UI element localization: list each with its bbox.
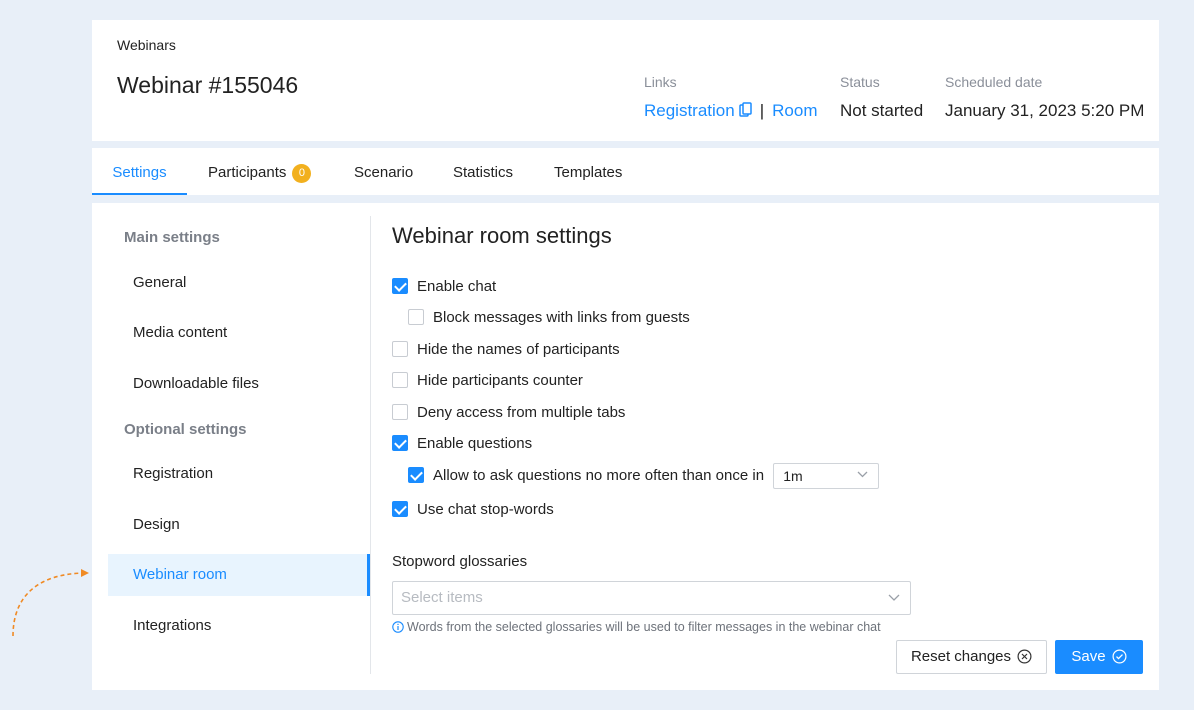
sidebar-item-webinar-room[interactable]: Webinar room xyxy=(108,554,370,596)
enable-questions-option[interactable]: Enable questions xyxy=(392,435,532,452)
hide-names-label: Hide the names of participants xyxy=(417,341,620,358)
sidebar-item-integrations[interactable]: Integrations xyxy=(108,605,370,647)
enable-chat-checkbox[interactable] xyxy=(392,278,408,294)
decorative-arrow-icon xyxy=(12,569,89,637)
hide-counter-label: Hide participants counter xyxy=(417,372,583,389)
tab-statistics[interactable]: Statistics xyxy=(453,148,513,195)
close-circle-icon xyxy=(1017,649,1032,664)
reset-changes-button[interactable]: Reset changes xyxy=(896,640,1047,674)
deny-tabs-label: Deny access from multiple tabs xyxy=(417,404,626,421)
block-links-checkbox[interactable] xyxy=(408,309,424,325)
tab-scenario[interactable]: Scenario xyxy=(354,148,413,195)
hide-names-checkbox[interactable] xyxy=(392,341,408,357)
save-label: Save xyxy=(1071,648,1106,665)
status-block: Status Not started xyxy=(840,74,923,121)
links-block: Links Registration | Room xyxy=(644,74,818,123)
question-interval-value: 1m xyxy=(783,468,803,484)
sidebar-item-design[interactable]: Design xyxy=(108,504,370,546)
hide-counter-option[interactable]: Hide participants counter xyxy=(392,372,583,389)
stop-words-label: Use chat stop-words xyxy=(417,501,554,518)
question-interval-select[interactable]: 1m xyxy=(773,463,880,489)
date-block: Scheduled date January 31, 2023 5:20 PM xyxy=(945,74,1144,121)
stop-words-checkbox[interactable] xyxy=(392,501,408,517)
date-value: January 31, 2023 5:20 PM xyxy=(945,101,1145,120)
block-links-option[interactable]: Block messages with links from guests xyxy=(408,309,690,326)
tab-participants-label: Participants xyxy=(208,164,287,181)
tab-bar: Settings Participants 0 Scenario Statisti… xyxy=(92,148,1159,195)
settings-panel: Main settings General Media content Down… xyxy=(92,203,1159,690)
block-links-label: Block messages with links from guests xyxy=(433,309,690,326)
sidebar-item-general[interactable]: General xyxy=(108,262,370,304)
tab-templates[interactable]: Templates xyxy=(554,148,622,195)
deny-tabs-checkbox[interactable] xyxy=(392,404,408,420)
webinar-room-settings: Webinar room settings Enable chat Block … xyxy=(392,203,1152,690)
sidebar-item-media-content[interactable]: Media content xyxy=(108,312,370,354)
sidebar-item-downloadable-files[interactable]: Downloadable files xyxy=(108,363,370,405)
info-icon xyxy=(392,621,404,633)
limit-questions-checkbox[interactable] xyxy=(408,466,424,483)
glossary-select[interactable]: Select items xyxy=(392,581,911,615)
status-value: Not started xyxy=(840,101,924,120)
enable-questions-checkbox[interactable] xyxy=(392,435,408,451)
registration-link[interactable]: Registration xyxy=(644,101,735,120)
settings-sidebar: Main settings General Media content Down… xyxy=(108,216,371,674)
links-label: Links xyxy=(644,74,677,90)
limit-questions-label: Allow to ask questions no more often tha… xyxy=(433,466,765,484)
breadcrumb[interactable]: Webinars xyxy=(117,37,176,53)
optional-settings-heading: Optional settings xyxy=(124,421,247,438)
status-label: Status xyxy=(840,74,880,90)
room-link[interactable]: Room xyxy=(772,101,817,120)
webinar-header: Webinars Webinar #155046 Links Registrat… xyxy=(92,20,1159,141)
link-separator: | xyxy=(759,101,765,120)
glossary-placeholder: Select items xyxy=(401,589,483,606)
main-settings-heading: Main settings xyxy=(124,229,220,246)
glossary-hint-text: Words from the selected glossaries will … xyxy=(407,620,881,634)
enable-chat-label: Enable chat xyxy=(417,278,497,295)
chevron-down-icon xyxy=(857,471,868,478)
stop-words-option[interactable]: Use chat stop-words xyxy=(392,501,554,518)
tab-settings[interactable]: Settings xyxy=(92,148,187,195)
page-title: Webinar #155046 xyxy=(117,72,299,98)
chevron-down-icon xyxy=(888,594,900,601)
participants-count-badge: 0 xyxy=(292,164,312,183)
hide-names-option[interactable]: Hide the names of participants xyxy=(392,341,620,358)
section-title: Webinar room settings xyxy=(392,223,612,248)
hide-counter-checkbox[interactable] xyxy=(392,372,408,388)
date-label: Scheduled date xyxy=(945,74,1043,90)
save-button[interactable]: Save xyxy=(1055,640,1143,674)
tab-participants[interactable]: Participants 0 xyxy=(208,148,312,195)
sidebar-item-registration[interactable]: Registration xyxy=(108,453,370,495)
check-circle-icon xyxy=(1112,649,1127,664)
deny-tabs-option[interactable]: Deny access from multiple tabs xyxy=(392,404,625,421)
enable-chat-option[interactable]: Enable chat xyxy=(392,278,496,295)
limit-questions-option[interactable]: Allow to ask questions no more often tha… xyxy=(408,463,880,489)
enable-questions-label: Enable questions xyxy=(417,435,533,452)
glossary-hint: Words from the selected glossaries will … xyxy=(392,620,881,634)
reset-changes-label: Reset changes xyxy=(910,648,1012,665)
copy-icon[interactable] xyxy=(738,102,752,123)
glossary-label: Stopword glossaries xyxy=(392,553,528,570)
